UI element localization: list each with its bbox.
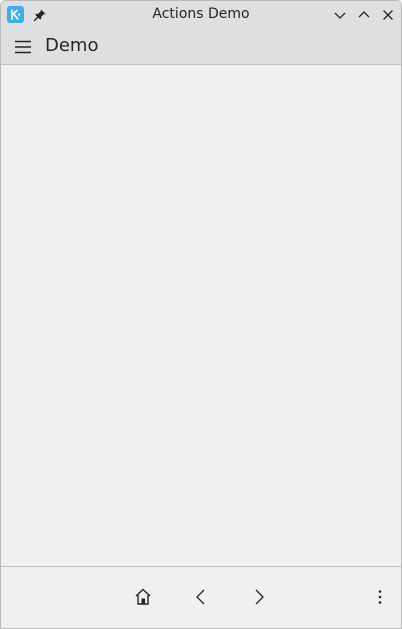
maximize-button[interactable] [356, 7, 372, 23]
pin-icon[interactable] [33, 8, 47, 22]
back-button[interactable] [191, 587, 211, 607]
hamburger-menu-button[interactable] [14, 39, 32, 55]
chevron-right-icon [255, 589, 264, 605]
app-window: Actions Demo Demo [0, 0, 402, 629]
hamburger-menu-icon [15, 40, 31, 54]
minimize-button[interactable] [332, 7, 348, 23]
chevron-up-icon [358, 11, 370, 18]
chevron-down-icon [334, 12, 346, 19]
page-content [1, 65, 401, 566]
page-title: Demo [45, 35, 99, 56]
home-icon [135, 588, 151, 605]
action-toolbar [1, 566, 401, 628]
close-icon [383, 10, 393, 20]
overflow-menu-button[interactable] [370, 587, 390, 607]
home-button[interactable] [133, 587, 153, 607]
close-button[interactable] [380, 7, 396, 23]
forward-button[interactable] [249, 587, 269, 607]
page-header: Demo [1, 29, 401, 65]
overflow-menu-icon [378, 590, 382, 604]
chevron-left-icon [196, 589, 205, 605]
kde-app-icon[interactable] [7, 6, 24, 23]
window-titlebar[interactable]: Actions Demo [1, 1, 401, 29]
